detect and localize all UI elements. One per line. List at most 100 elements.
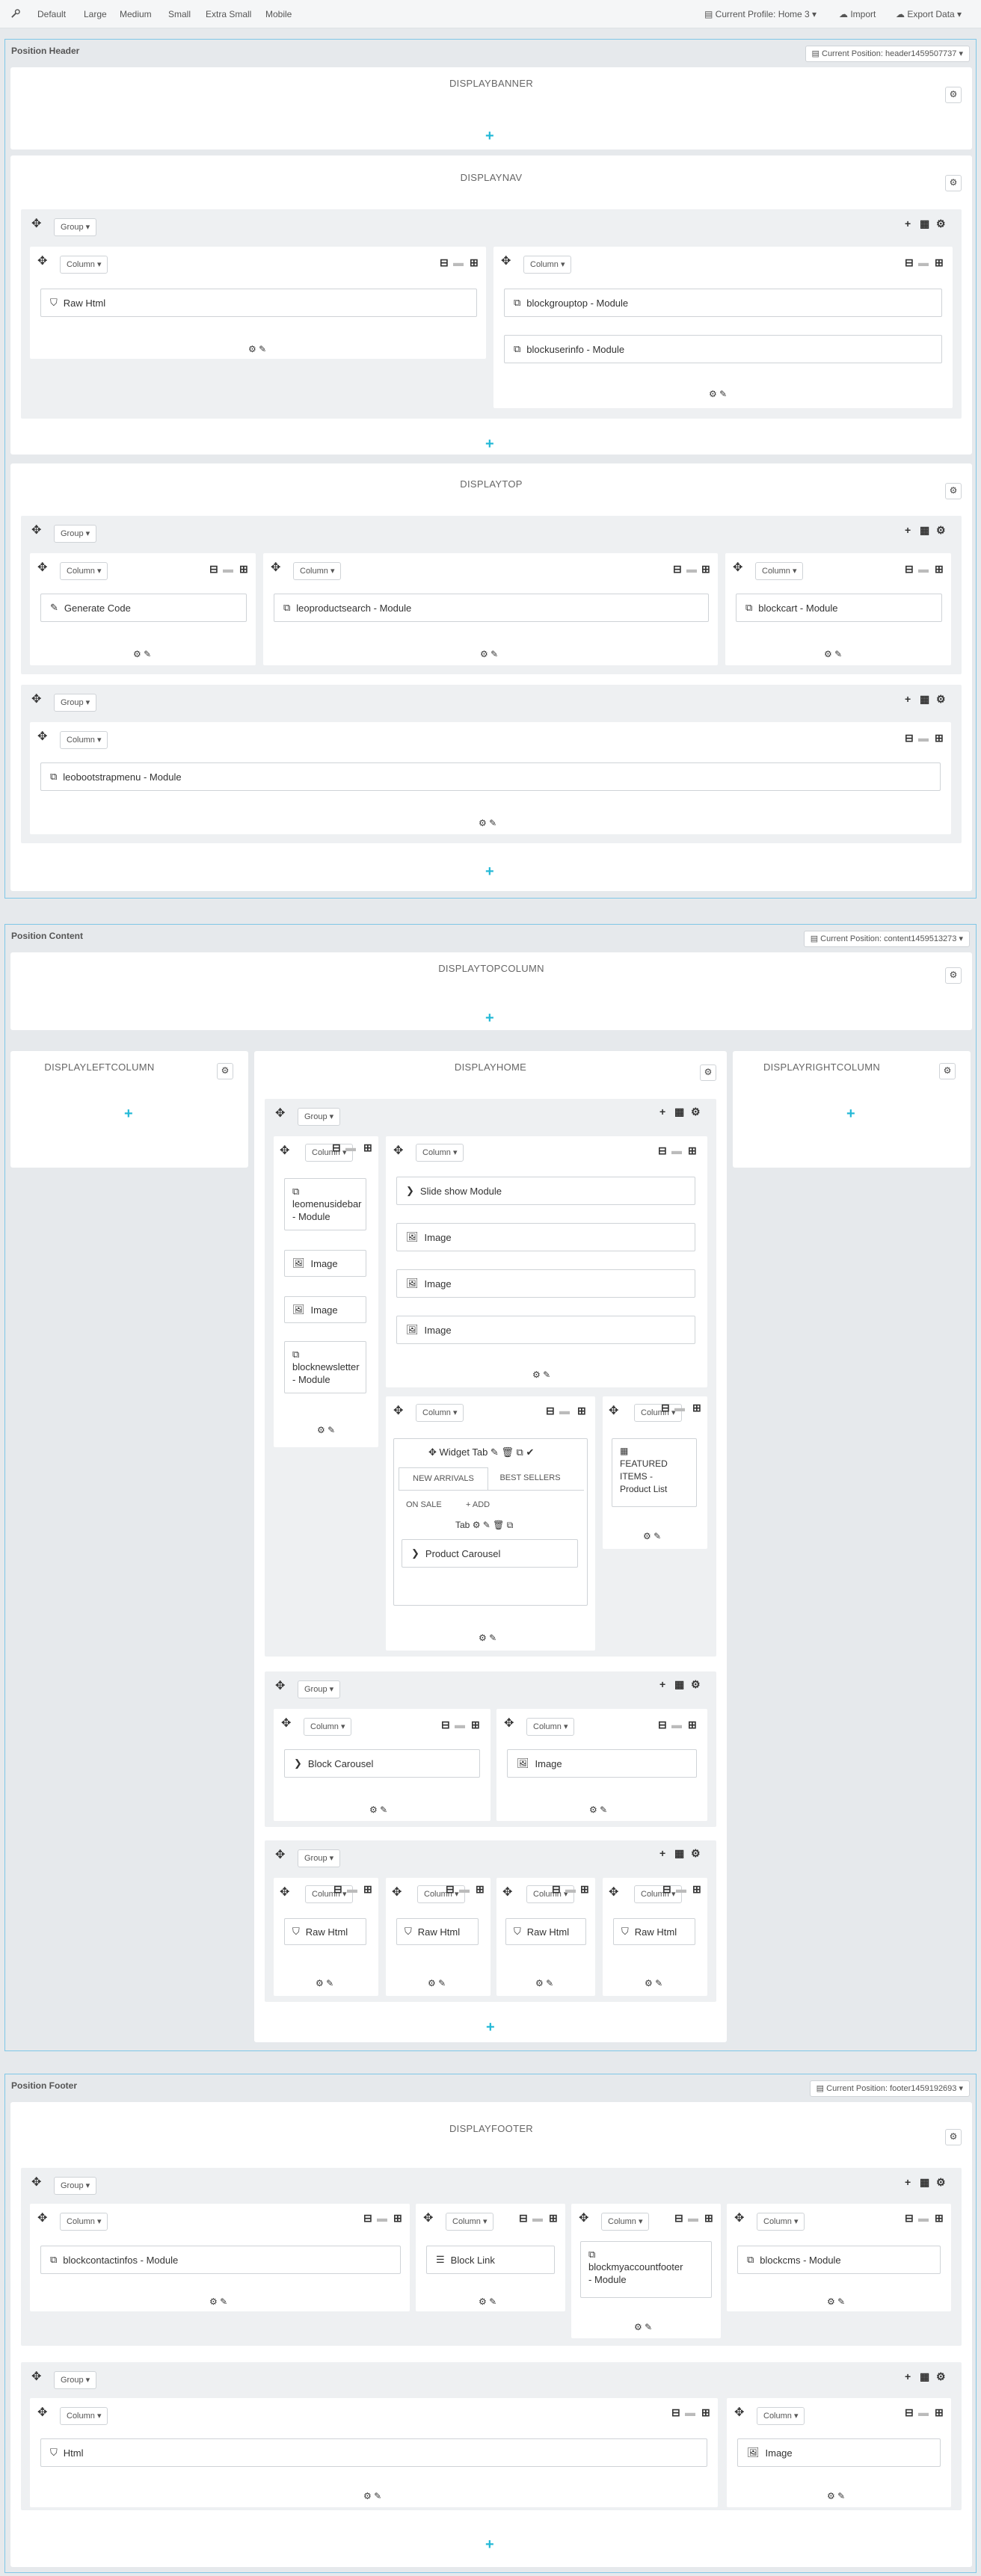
column-actions[interactable]: ⚙ ✎: [317, 1425, 335, 1435]
add-plus-icon[interactable]: +: [485, 1011, 494, 1026]
minus-icon[interactable]: ⊟: [519, 2213, 528, 2223]
device-mobile[interactable]: Mobile: [265, 9, 292, 19]
column-actions[interactable]: ⚙ ✎: [209, 2296, 227, 2307]
minus-icon[interactable]: ⊟: [662, 1884, 671, 1894]
plus-icon[interactable]: ⊞: [688, 1719, 697, 1730]
add-plus-icon[interactable]: +: [485, 129, 494, 144]
device-default[interactable]: Default: [37, 9, 66, 19]
plus-icon[interactable]: +: [905, 525, 911, 535]
widget[interactable]: ✎ Generate Code: [40, 594, 247, 622]
plus-icon[interactable]: ⊞: [688, 1145, 697, 1156]
column-actions[interactable]: ⚙ ✎: [824, 649, 842, 659]
group-dropdown[interactable]: Group ▾: [54, 218, 97, 236]
add-plus-icon[interactable]: +: [485, 437, 494, 452]
group-dropdown[interactable]: Group ▾: [54, 2371, 97, 2389]
plus-icon[interactable]: ⊞: [363, 1142, 372, 1153]
column-dropdown[interactable]: Column ▾: [755, 562, 804, 580]
move-icon[interactable]: ✥: [504, 1718, 514, 1730]
import-button[interactable]: ☁ Import: [839, 9, 876, 19]
plus-icon[interactable]: ⊞: [549, 2213, 558, 2223]
widget[interactable]: 🖼 Image: [396, 1269, 695, 1298]
plus-icon[interactable]: ⊞: [935, 257, 944, 268]
column-actions[interactable]: ⚙ ✎: [709, 389, 727, 399]
move-icon[interactable]: ✥: [281, 1718, 291, 1730]
current-position-dropdown[interactable]: ▤ Current Position: footer1459192693 ▾: [809, 2080, 970, 2097]
column-dropdown[interactable]: Column ▾: [304, 1718, 352, 1736]
minus-icon[interactable]: ⊟: [209, 564, 218, 574]
move-icon[interactable]: ✥: [501, 256, 511, 268]
column-actions[interactable]: ⚙ ✎: [589, 1805, 607, 1815]
column-actions[interactable]: ⚙ ✎: [532, 1369, 550, 1380]
move-icon[interactable]: ✥: [423, 2213, 433, 2225]
gear-icon[interactable]: ⚙: [945, 483, 962, 499]
move-icon[interactable]: ✥: [31, 218, 41, 230]
widget[interactable]: ⧉ leoproductsearch - Module: [274, 594, 709, 622]
plus-icon[interactable]: +: [905, 2177, 911, 2187]
minus-icon[interactable]: ⊟: [546, 1405, 555, 1416]
grid-icon[interactable]: ▦: [920, 218, 929, 229]
plus-icon[interactable]: ⊞: [393, 2213, 402, 2223]
minus-icon[interactable]: ⊟: [661, 1402, 670, 1413]
current-position-dropdown[interactable]: ▤ Current Position: header1459507737 ▾: [805, 46, 970, 62]
plus-icon[interactable]: +: [905, 694, 911, 704]
group-dropdown[interactable]: Group ▾: [298, 1849, 341, 1867]
plus-icon[interactable]: ⊞: [701, 564, 710, 574]
gear-icon[interactable]: ⚙: [691, 1848, 701, 1858]
add-plus-icon[interactable]: +: [846, 1106, 855, 1121]
add-plus-icon[interactable]: +: [486, 2020, 495, 2035]
move-icon[interactable]: ✥: [579, 2213, 588, 2225]
widget[interactable]: ⛉ Raw Html: [505, 1918, 586, 1945]
move-icon[interactable]: ✥: [271, 562, 280, 574]
minus-icon[interactable]: ⊟: [363, 2213, 372, 2223]
gear-icon[interactable]: ⚙: [945, 2129, 962, 2145]
move-icon[interactable]: ✥: [31, 525, 41, 537]
group-dropdown[interactable]: Group ▾: [54, 2177, 97, 2195]
tab-new-arrivals[interactable]: NEW ARRIVALS: [399, 1467, 488, 1490]
move-icon[interactable]: ✥: [31, 2371, 41, 2383]
column-dropdown[interactable]: Column ▾: [523, 256, 572, 274]
column-dropdown[interactable]: Column ▾: [417, 1885, 466, 1903]
group-dropdown[interactable]: Group ▾: [54, 694, 97, 712]
widget[interactable]: 🖼 Image: [737, 2438, 941, 2467]
move-icon[interactable]: ✥: [275, 1108, 285, 1120]
gear-icon[interactable]: ⚙: [700, 1064, 716, 1081]
grid-icon[interactable]: ▦: [674, 1848, 684, 1858]
widget[interactable]: ❯ Block Carousel: [284, 1749, 480, 1778]
add-plus-icon[interactable]: +: [485, 2537, 494, 2552]
column-dropdown[interactable]: Column ▾: [526, 1718, 575, 1736]
column-actions[interactable]: ⚙ ✎: [643, 1531, 661, 1541]
plus-icon[interactable]: ⊞: [692, 1402, 701, 1413]
minus-icon[interactable]: ⊟: [671, 2407, 680, 2418]
group-dropdown[interactable]: Group ▾: [298, 1680, 341, 1698]
minus-icon[interactable]: ⊟: [905, 2407, 914, 2418]
column-actions[interactable]: ⚙ ✎: [634, 2322, 652, 2332]
wrench-icon[interactable]: [10, 9, 20, 19]
column-dropdown[interactable]: Column ▾: [601, 2213, 650, 2231]
plus-icon[interactable]: ⊞: [935, 564, 944, 574]
widget[interactable]: ⧉ blockuserinfo - Module: [504, 335, 942, 363]
gear-icon[interactable]: ⚙: [945, 967, 962, 984]
plus-icon[interactable]: +: [905, 218, 911, 229]
grid-icon[interactable]: ▦: [674, 1106, 684, 1117]
device-large[interactable]: Large: [84, 9, 107, 19]
minus-icon[interactable]: ⊟: [441, 1719, 450, 1730]
grid-icon[interactable]: ▦: [674, 1679, 684, 1689]
gear-icon[interactable]: ⚙: [936, 218, 946, 229]
move-icon[interactable]: ✥: [609, 1887, 618, 1899]
widget[interactable]: ⧉ leobootstrapmenu - Module: [40, 762, 941, 791]
column-dropdown[interactable]: Column ▾: [634, 1885, 683, 1903]
minus-icon[interactable]: ⊟: [332, 1142, 341, 1153]
move-icon[interactable]: ✥: [37, 2213, 47, 2225]
column-dropdown[interactable]: Column ▾: [293, 562, 342, 580]
widget[interactable]: ⛉ Raw Html: [613, 1918, 695, 1945]
column-actions[interactable]: ⚙ ✎: [479, 818, 496, 828]
move-icon[interactable]: ✥: [609, 1405, 618, 1417]
column-dropdown[interactable]: Column ▾: [446, 2213, 494, 2231]
column-actions[interactable]: ⚙ ✎: [827, 2296, 845, 2307]
plus-icon[interactable]: ⊞: [935, 2407, 944, 2418]
plus-icon[interactable]: ⊞: [363, 1884, 372, 1894]
gear-icon[interactable]: ⚙: [691, 1106, 701, 1117]
plus-icon[interactable]: ⊞: [580, 1884, 589, 1894]
minus-icon[interactable]: ⊟: [905, 2213, 914, 2223]
move-icon[interactable]: ✥: [37, 731, 47, 743]
